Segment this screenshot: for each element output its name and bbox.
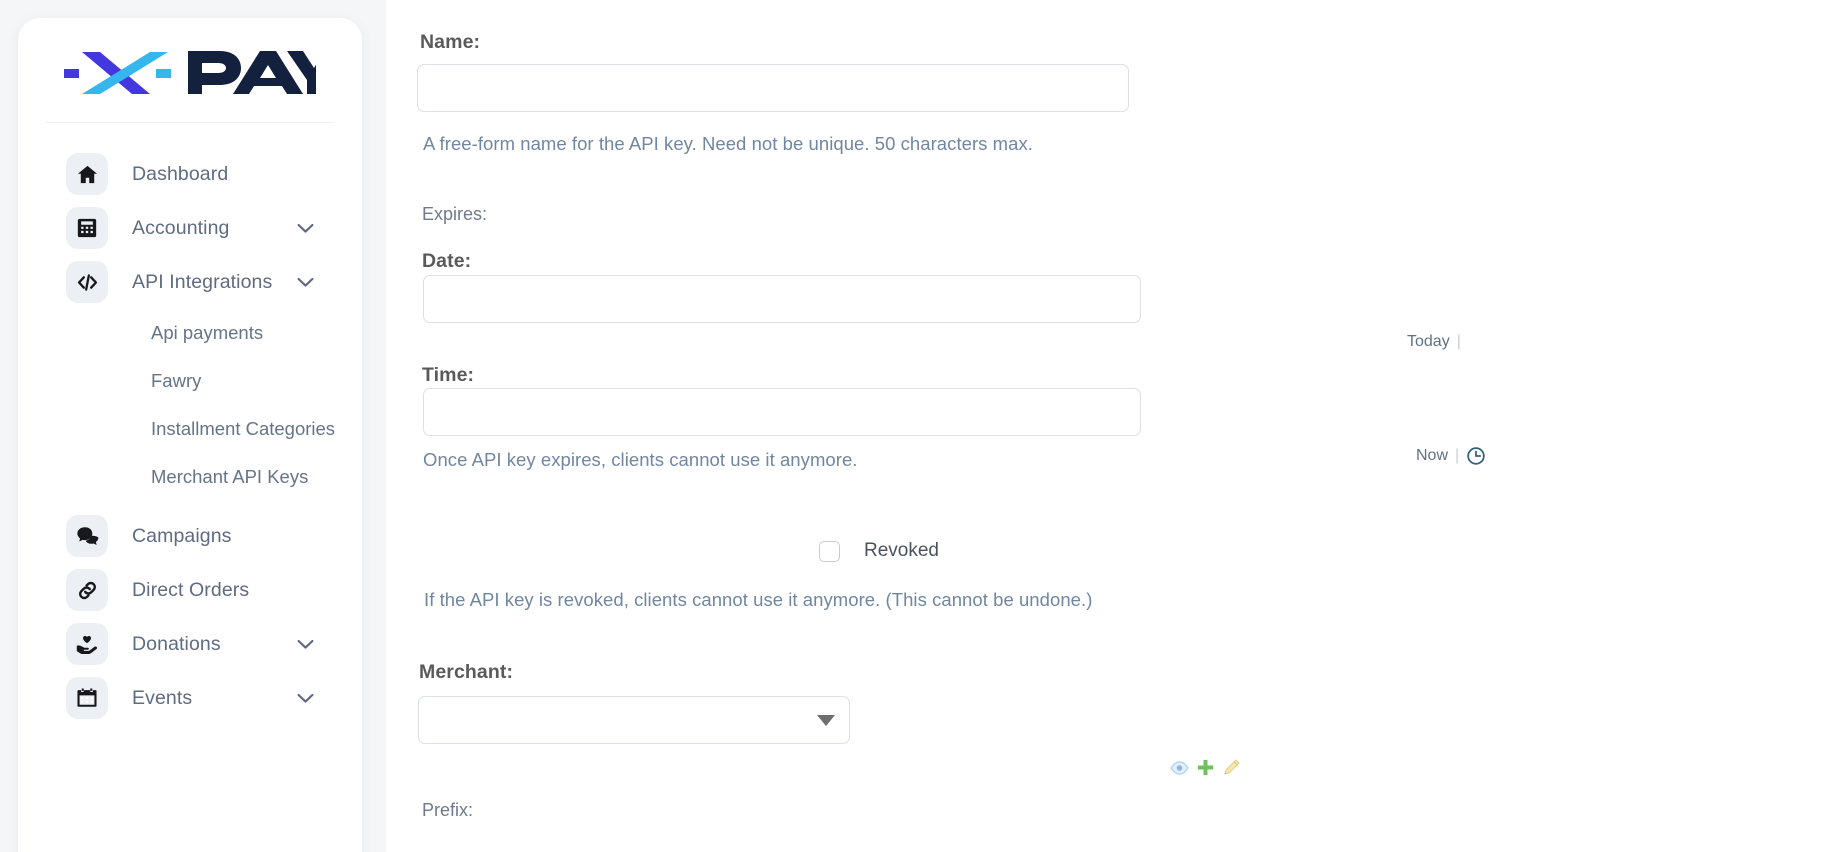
sidebar-item-donations[interactable]: Donations: [18, 617, 362, 671]
pencil-icon[interactable]: [1222, 758, 1241, 777]
expires-help-text: Once API key expires, clients cannot use…: [423, 449, 858, 470]
sidebar-item-label: Dashboard: [132, 162, 229, 185]
home-icon: [66, 153, 108, 195]
page-root: Dashboard Accounting API Integrations Ap…: [0, 0, 1836, 852]
chevron-down-icon[interactable]: [297, 223, 314, 234]
chevron-down-icon: [817, 714, 835, 726]
revoked-checkbox[interactable]: [819, 540, 840, 562]
sidebar-subitem-fawry[interactable]: Fawry: [18, 357, 362, 405]
eye-icon[interactable]: [1170, 760, 1189, 775]
merchant-actions: [1170, 758, 1241, 777]
name-label: Name:: [420, 31, 481, 53]
sidebar-subitem-merchant-api-keys[interactable]: Merchant API Keys: [18, 453, 362, 501]
sidebar-nav: Dashboard Accounting API Integrations Ap…: [18, 123, 362, 725]
sidebar-item-label: Accounting: [132, 216, 230, 239]
time-label: Time:: [422, 364, 475, 386]
brand-logo[interactable]: [18, 18, 362, 122]
date-input[interactable]: [423, 275, 1141, 323]
sidebar-item-api-integrations[interactable]: API Integrations: [18, 255, 362, 309]
sidebar-subitem-api-payments[interactable]: Api payments: [18, 309, 362, 357]
separator: |: [1456, 333, 1461, 350]
campaign-icon: [66, 515, 108, 557]
sidebar-item-label: Events: [132, 686, 193, 709]
time-shortcuts: Now |: [1416, 446, 1486, 466]
sidebar-item-events[interactable]: Events: [18, 671, 362, 725]
link-icon: [66, 569, 108, 611]
main-content: Name: A free-form name for the API key. …: [386, 0, 1836, 852]
merchant-label: Merchant:: [419, 661, 514, 683]
separator: |: [1455, 447, 1460, 464]
date-label: Date:: [422, 250, 472, 272]
sidebar-item-direct-orders[interactable]: Direct Orders: [18, 563, 362, 617]
now-link[interactable]: Now: [1416, 447, 1448, 465]
name-help-text: A free-form name for the API key. Need n…: [423, 133, 1033, 154]
clock-icon[interactable]: [1466, 446, 1486, 466]
date-shortcuts: Today |: [1407, 333, 1461, 351]
expires-label: Expires:: [422, 204, 488, 224]
chevron-down-icon[interactable]: [297, 693, 314, 704]
sidebar-item-label: Direct Orders: [132, 578, 250, 601]
today-link[interactable]: Today: [1407, 333, 1450, 351]
revoked-help-text: If the API key is revoked, clients canno…: [424, 589, 1093, 610]
prefix-label: Prefix:: [422, 800, 474, 820]
sidebar-subitem-installment-categories[interactable]: Installment Categories: [18, 405, 362, 453]
donation-icon: [66, 623, 108, 665]
sidebar-subitem-label: Api payments: [151, 322, 264, 343]
sidebar-item-accounting[interactable]: Accounting: [18, 201, 362, 255]
sidebar-subitem-label: Merchant API Keys: [151, 466, 309, 487]
merchant-select[interactable]: [418, 696, 850, 744]
code-icon: [66, 261, 108, 303]
plus-icon[interactable]: [1196, 758, 1215, 777]
name-input[interactable]: [417, 64, 1129, 112]
calculator-icon: [66, 207, 108, 249]
calendar-icon: [66, 677, 108, 719]
sidebar-item-campaigns[interactable]: Campaigns: [18, 509, 362, 563]
chevron-down-icon[interactable]: [297, 277, 314, 288]
sidebar-item-dashboard[interactable]: Dashboard: [18, 147, 362, 201]
sidebar-subitem-label: Fawry: [151, 370, 202, 391]
sidebar-item-label: API Integrations: [132, 270, 273, 293]
sidebar: Dashboard Accounting API Integrations Ap…: [18, 18, 362, 852]
revoked-label: Revoked: [864, 540, 939, 561]
chevron-down-icon[interactable]: [297, 639, 314, 650]
time-input[interactable]: [423, 388, 1141, 436]
sidebar-item-label: Campaigns: [132, 524, 232, 547]
sidebar-subitem-label: Installment Categories: [151, 418, 336, 439]
sidebar-item-label: Donations: [132, 632, 221, 655]
